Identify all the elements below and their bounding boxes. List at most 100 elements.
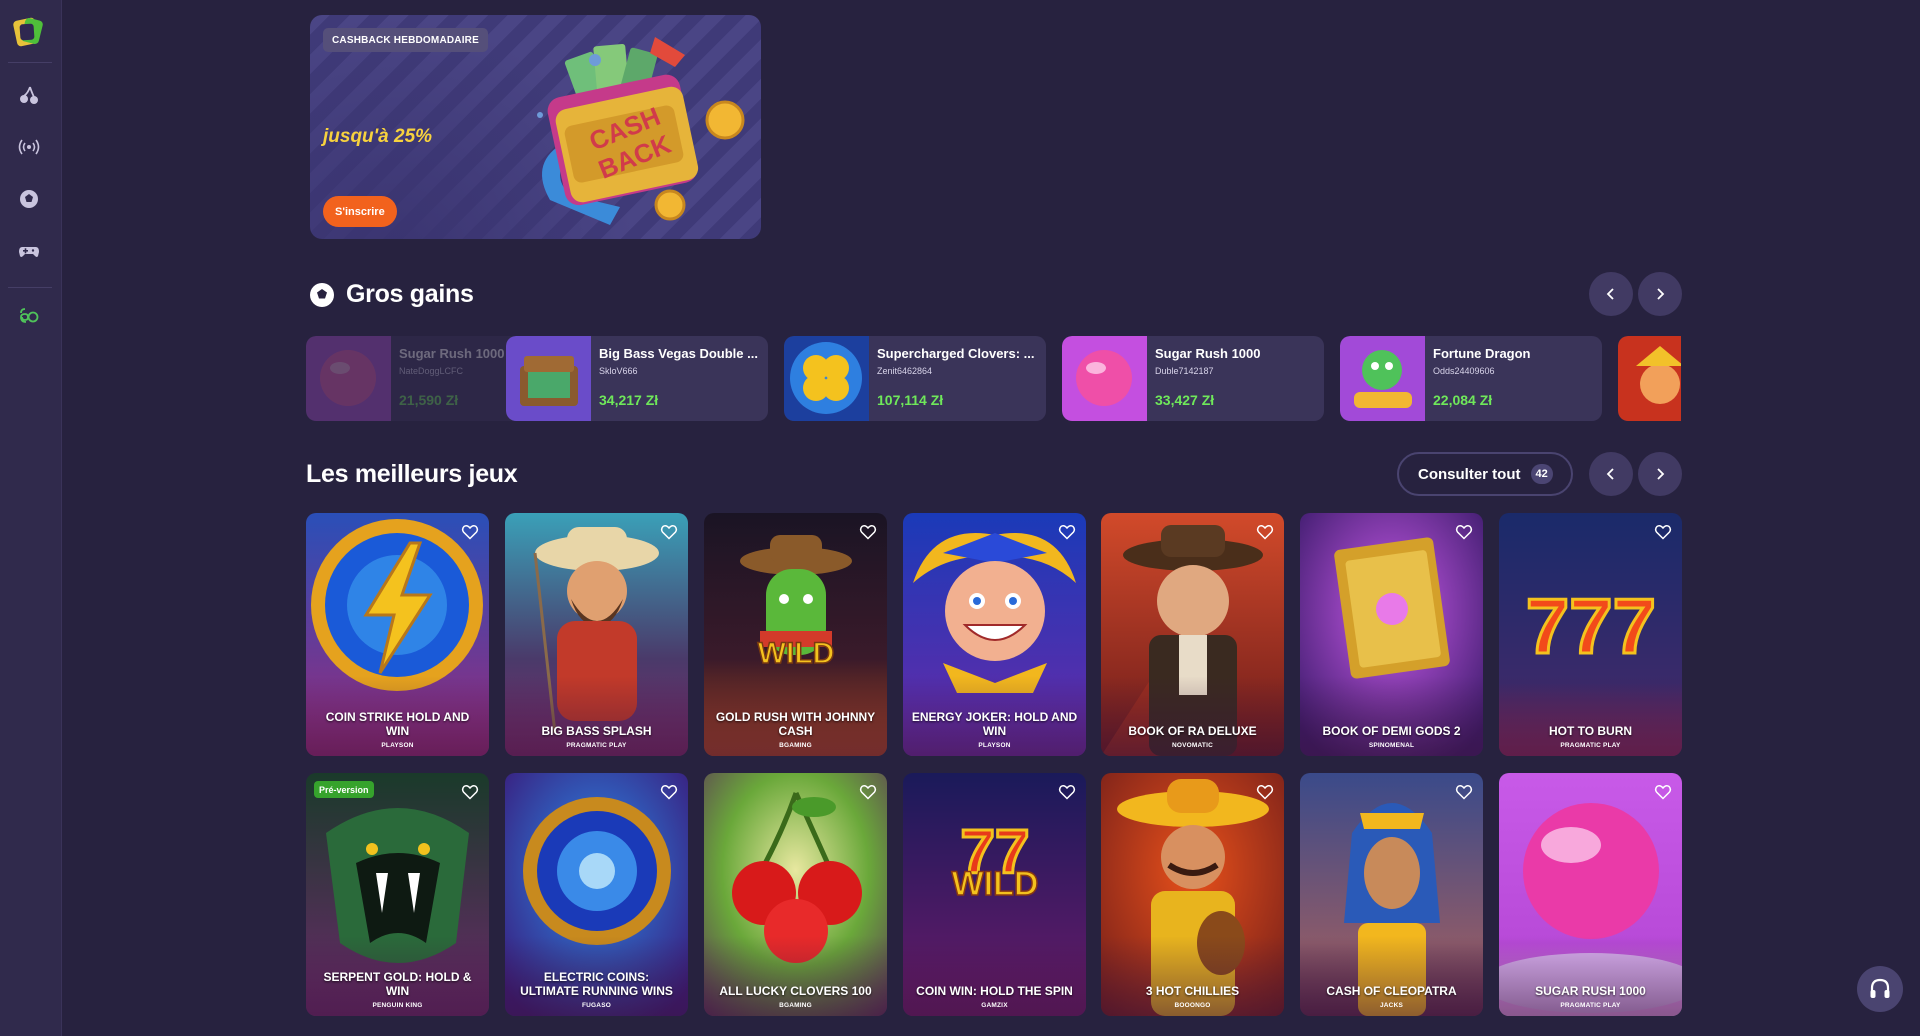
- sugar-rush-thumbnail: [306, 336, 391, 421]
- sidebar: [0, 0, 62, 1036]
- game-tile[interactable]: 3 HOT CHILLIES BOOONGO: [1101, 773, 1284, 1016]
- game-tile[interactable]: BOOK OF DEMI GODS 2 SPINOMENAL: [1300, 513, 1483, 756]
- big-wins-strip: Sugar Rush 1000 NateDoggLCFC 21,590 Zł B…: [306, 336, 1681, 421]
- signup-button[interactable]: S'inscrire: [323, 196, 397, 227]
- game-provider: BOOONGO: [1174, 1002, 1211, 1009]
- heart-icon[interactable]: [461, 783, 479, 801]
- best-games-next-button[interactable]: [1638, 452, 1682, 496]
- big-bass-vegas-thumbnail: [506, 336, 591, 421]
- win-game-name: Fortune Dragon: [1433, 346, 1531, 361]
- win-username: Zenit6462864: [877, 366, 933, 376]
- support-chat-button[interactable]: [1857, 966, 1903, 1012]
- game-tile[interactable]: Pré-version SERPENT GOLD: HOLD & WIN PEN…: [306, 773, 489, 1016]
- game-provider: BGAMING: [779, 742, 812, 749]
- best-games-title: Les meilleurs jeux: [306, 460, 518, 488]
- win-username: Duble7142187: [1155, 366, 1214, 376]
- game-title: BOOK OF DEMI GODS 2: [1322, 724, 1461, 738]
- game-tile[interactable]: CASH OF CLEOPATRA JACKS: [1300, 773, 1483, 1016]
- cherries-icon[interactable]: [16, 82, 42, 108]
- win-card[interactable]: Big Bass Vegas Double ... SkloV666 34,21…: [506, 336, 768, 421]
- heart-icon[interactable]: [660, 783, 678, 801]
- big-wins-prev-button[interactable]: [1589, 272, 1633, 316]
- games-count-badge: 42: [1530, 464, 1553, 484]
- game-tile[interactable]: SUGAR RUSH 1000 PRAGMATIC PLAY: [1499, 773, 1682, 1016]
- heart-icon[interactable]: [1058, 523, 1076, 541]
- heart-icon[interactable]: [660, 523, 678, 541]
- win-card[interactable]: Fortune Dragon Odds24409606 22,084 Zł: [1340, 336, 1602, 421]
- chevron-right-icon: [1657, 468, 1665, 480]
- heart-icon[interactable]: [1058, 783, 1076, 801]
- win-amount: 21,590 Zł: [399, 392, 459, 408]
- game-tile[interactable]: WILD GOLD RUSH WITH JOHNNY CASH BGAMING: [704, 513, 887, 756]
- game-title: SUGAR RUSH 1000: [1535, 984, 1646, 998]
- heart-icon[interactable]: [1256, 783, 1274, 801]
- game-provider: PRAGMATIC PLAY: [1560, 1002, 1621, 1009]
- game-title: COIN WIN: HOLD THE SPIN: [916, 984, 1073, 998]
- big-wins-title: Gros gains: [346, 280, 474, 308]
- heart-icon[interactable]: [1455, 783, 1473, 801]
- best-games-prev-button[interactable]: [1589, 452, 1633, 496]
- game-tile[interactable]: ELECTRIC COINS: ULTIMATE RUNNING WINS FU…: [505, 773, 688, 1016]
- heart-icon[interactable]: [1256, 523, 1274, 541]
- live-broadcast-icon[interactable]: [16, 134, 42, 160]
- chevron-right-icon: [1657, 288, 1665, 300]
- game-tile[interactable]: ENERGY JOKER: HOLD AND WIN PLAYSON: [903, 513, 1086, 756]
- win-game-name: Big Bass Vegas Double ...: [599, 346, 758, 361]
- game-provider: PENGUIN KING: [372, 1002, 423, 1009]
- see-all-label: Consulter tout: [1418, 465, 1521, 483]
- heart-icon[interactable]: [1455, 523, 1473, 541]
- fortune-dragon-thumbnail: [1340, 336, 1425, 421]
- responsible-gaming-icon[interactable]: [16, 303, 42, 329]
- game-tile[interactable]: 77 WILD COIN WIN: HOLD THE SPIN GAMZIX: [903, 773, 1086, 1016]
- win-amount: 22,084 Zł: [1433, 392, 1493, 408]
- preview-badge: Pré-version: [314, 781, 374, 798]
- game-provider: NOVOMATIC: [1171, 742, 1214, 749]
- sidebar-divider: [8, 287, 52, 288]
- game-tile[interactable]: BOOK OF RA DELUXE NOVOMATIC: [1101, 513, 1284, 756]
- headphones-icon: [1870, 978, 1890, 998]
- joker-thumbnail: [1618, 336, 1681, 421]
- cashback-promo-banner[interactable]: CASHBACK HEBDOMADAIRE jusqu'à 25% S'insc…: [310, 15, 761, 239]
- game-tile[interactable]: ALL LUCKY CLOVERS 100 BGAMING: [704, 773, 887, 1016]
- sevens-symbol: 777: [1526, 582, 1656, 670]
- heart-icon[interactable]: [859, 523, 877, 541]
- game-title: GOLD RUSH WITH JOHNNY CASH: [715, 710, 876, 738]
- win-username: SkloV666: [599, 366, 638, 376]
- cashback-wallet-illustration: CASH BACK: [537, 37, 745, 225]
- game-tile[interactable]: BIG BASS SPLASH PRAGMATIC PLAY: [505, 513, 688, 756]
- win-game-name: Supercharged Clovers: ...: [877, 346, 1035, 361]
- win-card[interactable]: [1618, 336, 1681, 421]
- game-title: 3 HOT CHILLIES: [1145, 984, 1240, 998]
- game-title: SERPENT GOLD: HOLD & WIN: [323, 970, 472, 998]
- supercharged-clovers-thumbnail: [784, 336, 869, 421]
- game-provider: SPINOMENAL: [1368, 742, 1415, 749]
- game-title: BIG BASS SPLASH: [541, 724, 652, 738]
- game-title: HOT TO BURN: [1548, 724, 1633, 738]
- game-title: ENERGY JOKER: HOLD AND WIN: [911, 710, 1078, 738]
- promo-value: jusqu'à 25%: [323, 126, 433, 147]
- game-provider: PLAYSON: [978, 742, 1011, 749]
- win-card[interactable]: Supercharged Clovers: ... Zenit6462864 1…: [784, 336, 1046, 421]
- game-provider: GAMZIX: [981, 1002, 1008, 1009]
- heart-icon[interactable]: [1654, 523, 1672, 541]
- big-wins-next-button[interactable]: [1638, 272, 1682, 316]
- win-amount: 33,427 Zł: [1155, 392, 1215, 408]
- sidebar-divider: [8, 62, 52, 63]
- game-title: ELECTRIC COINS: ULTIMATE RUNNING WINS: [520, 970, 673, 998]
- win-game-name: Sugar Rush 1000: [1155, 346, 1261, 361]
- heart-icon[interactable]: [1654, 783, 1672, 801]
- promo-tag: CASHBACK HEBDOMADAIRE: [323, 28, 488, 52]
- game-provider: FUGASO: [581, 1002, 611, 1009]
- game-provider: PLAYSON: [381, 742, 414, 749]
- see-all-button[interactable]: Consulter tout 42: [1397, 452, 1573, 496]
- site-logo[interactable]: [11, 15, 47, 49]
- heart-icon[interactable]: [461, 523, 479, 541]
- heart-icon[interactable]: [859, 783, 877, 801]
- win-card[interactable]: Sugar Rush 1000 Duble7142187 33,427 Zł: [1062, 336, 1324, 421]
- gamepad-icon[interactable]: [16, 238, 42, 264]
- sugar-rush-thumbnail: [1062, 336, 1147, 421]
- football-icon: [310, 283, 334, 307]
- game-tile[interactable]: 777 HOT TO BURN PRAGMATIC PLAY: [1499, 513, 1682, 756]
- game-tile[interactable]: COIN STRIKE HOLD AND WIN PLAYSON: [306, 513, 489, 756]
- football-icon[interactable]: [16, 186, 42, 212]
